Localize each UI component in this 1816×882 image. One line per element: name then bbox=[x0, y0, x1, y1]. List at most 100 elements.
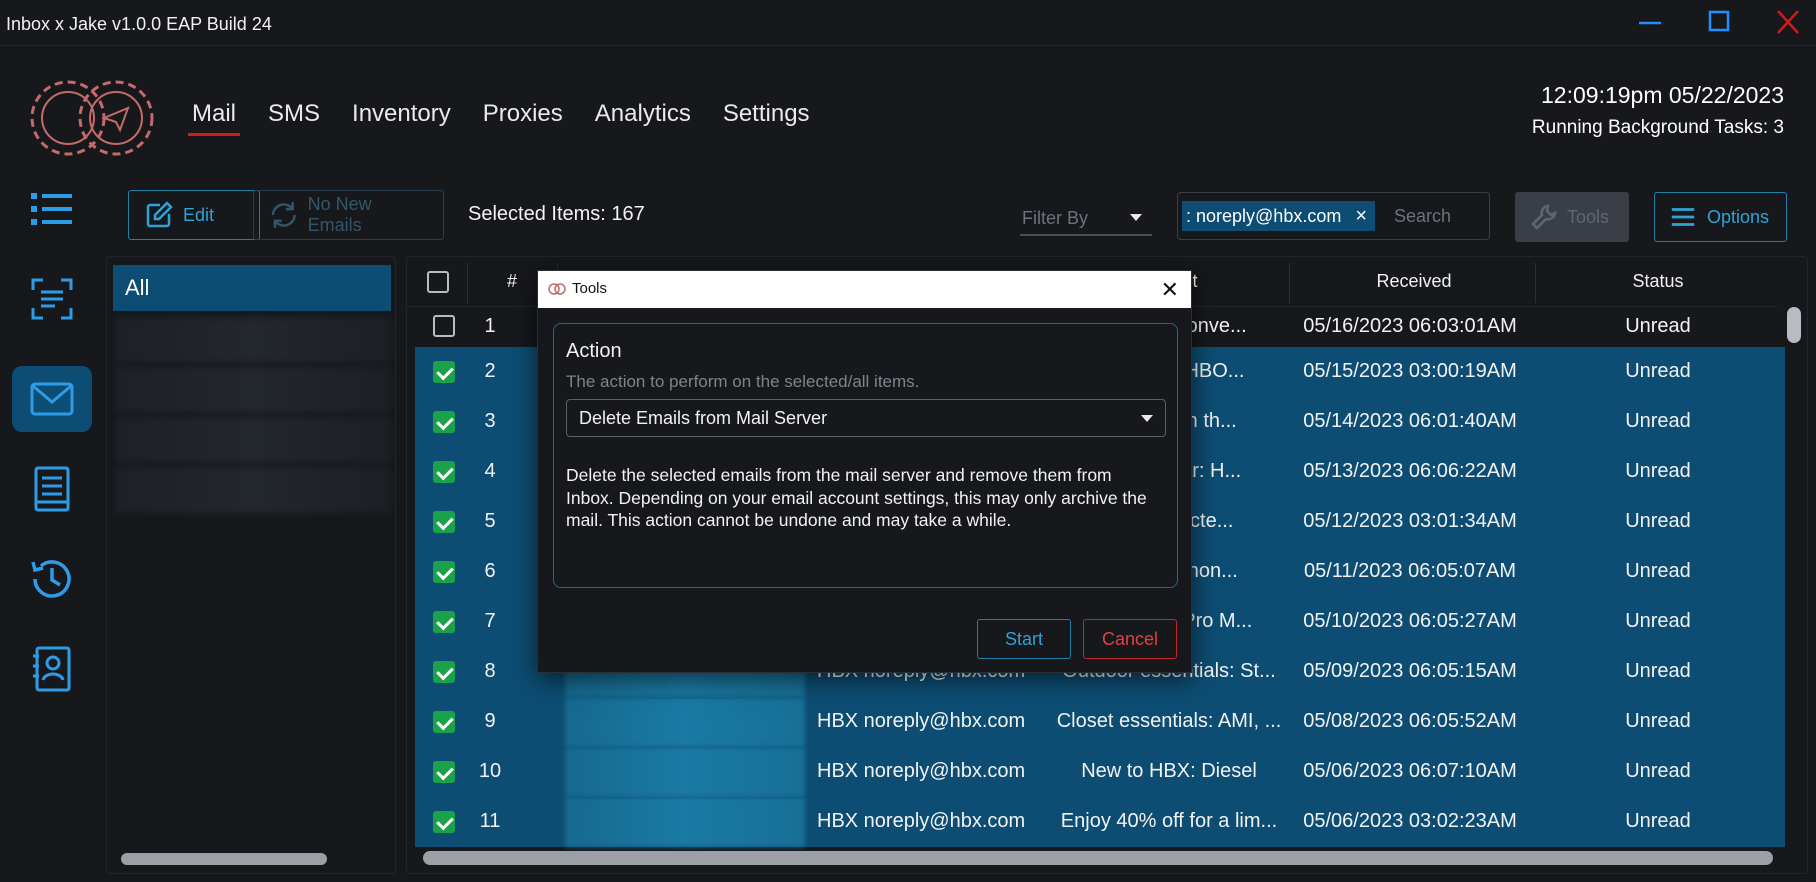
row-received: 05/09/2023 06:05:15AM bbox=[1303, 660, 1517, 682]
edit-button[interactable]: Edit bbox=[128, 190, 260, 240]
scan-icon[interactable] bbox=[12, 266, 92, 332]
row-status: Unread bbox=[1625, 360, 1691, 382]
action-group: Action The action to perform on the sele… bbox=[553, 323, 1178, 588]
row-checkbox[interactable] bbox=[433, 411, 455, 433]
row-received: 05/14/2023 06:01:40AM bbox=[1303, 410, 1517, 432]
row-checkbox[interactable] bbox=[433, 511, 455, 533]
tools-button[interactable]: Tools bbox=[1515, 192, 1629, 242]
row-received: 05/15/2023 03:00:19AM bbox=[1303, 360, 1517, 382]
row-status: Unread bbox=[1625, 460, 1691, 482]
row-number: 11 bbox=[479, 810, 501, 832]
redacted-recipient bbox=[565, 797, 805, 847]
filter-placeholder: Filter By bbox=[1022, 208, 1089, 228]
dialog-title: Tools bbox=[572, 280, 608, 297]
selected-items-count: Selected Items: 167 bbox=[468, 203, 645, 225]
row-checkbox[interactable] bbox=[433, 811, 455, 833]
accounts-panel: All bbox=[106, 256, 396, 874]
row-number: 10 bbox=[478, 760, 502, 782]
row-number: 2 bbox=[484, 360, 496, 382]
row-status: Unread bbox=[1625, 810, 1691, 832]
header-number[interactable]: # bbox=[497, 271, 527, 292]
no-new-emails-button[interactable]: No New Emails bbox=[253, 190, 444, 240]
tab-inventory[interactable]: Inventory bbox=[340, 96, 463, 136]
cancel-button[interactable]: Cancel bbox=[1083, 619, 1177, 659]
search-placeholder: Search bbox=[1394, 206, 1452, 226]
row-received: 05/11/2023 06:05:07AM bbox=[1303, 560, 1517, 582]
document-icon[interactable] bbox=[12, 456, 92, 522]
account-item[interactable] bbox=[115, 317, 391, 363]
row-received: 05/13/2023 06:06:22AM bbox=[1303, 460, 1517, 482]
filter-dropdown[interactable]: Filter By bbox=[1020, 200, 1152, 236]
row-status: Unread bbox=[1625, 610, 1691, 632]
contacts-icon[interactable] bbox=[12, 636, 92, 702]
table-row[interactable]: 10 HBX noreply@hbx.com New to HBX: Diesel 0… bbox=[415, 747, 1785, 797]
current-time: 12:09:19pm 05/22/2023 bbox=[1541, 82, 1784, 108]
row-checkbox[interactable] bbox=[433, 561, 455, 583]
table-row[interactable]: 9 HBX noreply@hbx.com Closet essentials: A… bbox=[415, 697, 1785, 747]
row-sender: HBX noreply@hbx.com bbox=[817, 760, 1026, 782]
row-number: 6 bbox=[484, 560, 496, 582]
tab-analytics[interactable]: Analytics bbox=[583, 96, 703, 136]
minimize-icon[interactable] bbox=[1628, 6, 1672, 38]
row-status: Unread bbox=[1625, 560, 1691, 582]
row-checkbox[interactable] bbox=[433, 711, 455, 733]
mail-icon[interactable] bbox=[12, 366, 92, 432]
background-tasks: Running Background Tasks: 3 bbox=[1531, 117, 1784, 138]
header-received[interactable]: Received bbox=[1300, 271, 1528, 292]
select-all-checkbox[interactable] bbox=[427, 271, 449, 293]
title-bar: Inbox x Jake v1.0.0 EAP Build 24 bbox=[0, 0, 1816, 46]
action-label: Action bbox=[566, 340, 622, 362]
dialog-title-bar: Tools ✕ bbox=[538, 271, 1191, 308]
row-subject: Enjoy 40% off for a lim... bbox=[1060, 810, 1278, 832]
list-icon[interactable] bbox=[12, 176, 92, 242]
account-item[interactable] bbox=[115, 467, 391, 513]
account-all[interactable]: All bbox=[113, 265, 391, 311]
history-icon[interactable] bbox=[12, 546, 92, 612]
row-status: Unread bbox=[1625, 510, 1691, 532]
search-input[interactable]: : noreply@hbx.com × Search bbox=[1177, 192, 1490, 240]
row-checkbox[interactable] bbox=[433, 661, 455, 683]
tab-mail[interactable]: Mail bbox=[180, 96, 248, 136]
search-chip-label: : noreply@hbx.com bbox=[1186, 206, 1342, 226]
table-row[interactable]: 11 HBX noreply@hbx.com Enjoy 40% off for a… bbox=[415, 797, 1785, 847]
row-received: 05/06/2023 06:07:10AM bbox=[1303, 760, 1517, 782]
row-subject: Closet essentials: AMI, ... bbox=[1056, 710, 1282, 732]
wrench-icon bbox=[1531, 204, 1557, 230]
accounts-scrollbar[interactable] bbox=[121, 853, 327, 865]
tab-settings[interactable]: Settings bbox=[711, 96, 822, 136]
refresh-icon bbox=[271, 202, 296, 228]
action-select[interactable]: Delete Emails from Mail Server bbox=[566, 399, 1166, 437]
grid-horizontal-scrollbar[interactable] bbox=[423, 851, 1773, 865]
close-icon[interactable] bbox=[1766, 6, 1810, 38]
account-item[interactable] bbox=[115, 417, 391, 463]
clock-panel: 12:09:19pm 05/22/2023 Running Background… bbox=[1532, 82, 1784, 139]
chevron-down-icon bbox=[1130, 214, 1142, 221]
row-received: 05/12/2023 03:01:34AM bbox=[1303, 510, 1517, 532]
row-checkbox[interactable] bbox=[433, 611, 455, 633]
account-item[interactable] bbox=[115, 367, 391, 413]
row-number: 8 bbox=[484, 660, 496, 682]
maximize-icon[interactable] bbox=[1697, 6, 1741, 38]
row-received: 05/06/2023 03:02:23AM bbox=[1303, 810, 1517, 832]
row-sender: HBX noreply@hbx.com bbox=[817, 710, 1026, 732]
row-checkbox[interactable] bbox=[433, 315, 455, 337]
no-new-emails-label: No New Emails bbox=[307, 194, 372, 235]
header-status[interactable]: Status bbox=[1535, 271, 1781, 292]
main-navbar: Mail SMS Inventory Proxies Analytics Set… bbox=[0, 46, 1816, 176]
close-icon[interactable]: ✕ bbox=[1161, 277, 1179, 303]
options-button[interactable]: Options bbox=[1654, 192, 1787, 242]
row-checkbox[interactable] bbox=[433, 761, 455, 783]
tab-sms[interactable]: SMS bbox=[256, 96, 332, 136]
action-select-value: Delete Emails from Mail Server bbox=[579, 408, 828, 428]
row-checkbox[interactable] bbox=[433, 361, 455, 383]
tab-proxies[interactable]: Proxies bbox=[471, 96, 575, 136]
start-button[interactable]: Start bbox=[977, 619, 1071, 659]
row-received: 05/08/2023 06:05:52AM bbox=[1303, 710, 1517, 732]
grid-vertical-scrollbar[interactable] bbox=[1787, 307, 1801, 343]
row-checkbox[interactable] bbox=[433, 461, 455, 483]
search-filter-chip: : noreply@hbx.com × bbox=[1182, 201, 1376, 231]
action-description: Delete the selected emails from the mail… bbox=[566, 465, 1147, 530]
row-number: 4 bbox=[484, 460, 496, 482]
redacted-recipient bbox=[565, 697, 805, 747]
remove-chip-icon[interactable]: × bbox=[1355, 201, 1367, 231]
